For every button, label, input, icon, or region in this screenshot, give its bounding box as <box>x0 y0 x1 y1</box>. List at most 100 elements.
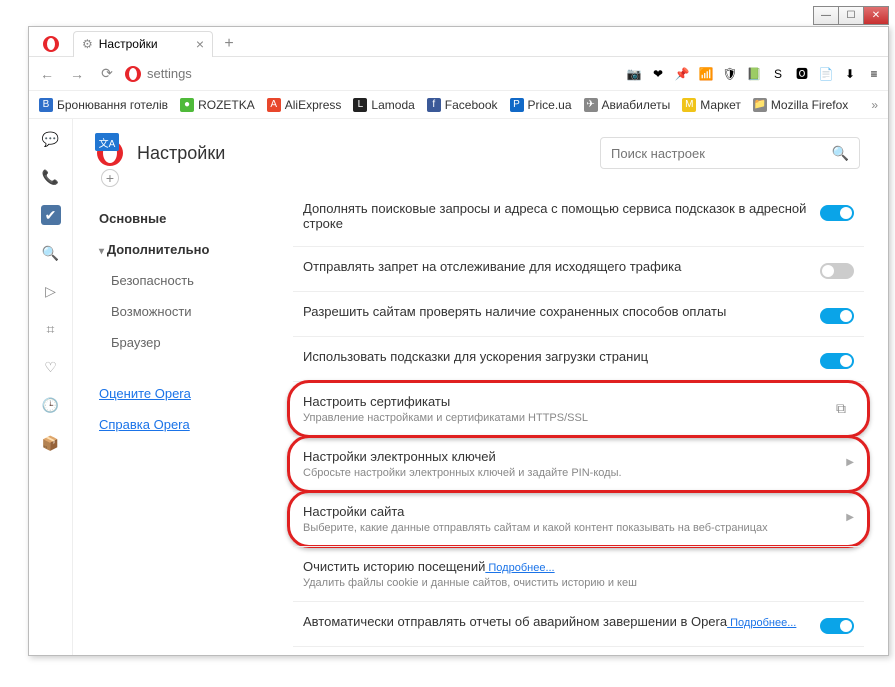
address-text[interactable]: settings <box>147 66 192 81</box>
bookmark-label: Price.ua <box>528 98 572 112</box>
extension-icon[interactable]: 📄 <box>818 66 834 82</box>
bookmark-item[interactable]: ●ROZETKA <box>180 98 255 112</box>
row-title: Настроить сертификаты <box>303 394 824 409</box>
learn-more-link[interactable]: Подробнее... <box>485 562 554 574</box>
settings-row: Использовать подсказки для ускорения заг… <box>293 336 864 381</box>
extension-icon[interactable]: 📶 <box>698 66 714 82</box>
bookmarks-overflow[interactable]: » <box>871 98 878 112</box>
extension-icon[interactable]: 📷 <box>626 66 642 82</box>
new-tab-button[interactable]: + <box>219 34 239 54</box>
gear-icon: ⚙ <box>82 37 93 51</box>
settings-row: Разрешить сайтам проверять наличие сохра… <box>293 291 864 336</box>
row-title: Настройки сайта <box>303 504 834 519</box>
bookmark-item[interactable]: M Маркет <box>682 98 741 112</box>
sidebar-icon[interactable]: ✔ <box>41 205 61 225</box>
row-title: Использовать подсказки для ускорения заг… <box>303 349 808 364</box>
main-area: 💬 📞 ✔ 🔍 ▷ ⌗ ♡ 🕒 📦 文A + Настройки 🔍 Основные Допо… <box>29 119 888 655</box>
bookmark-favicon: 📁 <box>753 98 767 112</box>
bookmark-favicon: M <box>682 98 696 112</box>
nav-advanced[interactable]: Дополнительно <box>89 234 283 265</box>
sidebar-icon[interactable]: ⌗ <box>41 319 61 339</box>
search-input[interactable] <box>611 146 832 161</box>
close-tab-button[interactable]: × <box>196 36 204 52</box>
settings-row[interactable]: Очистить историю посещений Подробнее...У… <box>293 546 864 601</box>
sidebar-icon[interactable]: 🕒 <box>41 395 61 415</box>
bookmark-item[interactable]: B Бронювання готелів <box>39 98 168 112</box>
settings-row[interactable]: Настроить сертификатыУправление настройк… <box>293 381 864 436</box>
extension-icon[interactable]: 🛡 <box>722 66 738 82</box>
toggle-switch[interactable] <box>820 353 854 369</box>
bookmark-item[interactable]: AAliExpress <box>267 98 342 112</box>
row-title: Настройки электронных ключей <box>303 449 834 464</box>
bookmark-label: Маркет <box>700 98 741 112</box>
address-bar: ← → ⟳ settings 📷 ❤ 📌 📶 🛡 📗 S 🅾 📄 ⬇ ≡ <box>29 57 888 91</box>
settings-rows: Дополнять поисковые запросы и адреса с п… <box>283 183 888 655</box>
settings-row[interactable]: Настройки электронных ключей Сбросьте нас… <box>293 436 864 491</box>
translate-badge[interactable]: 文A <box>95 133 119 151</box>
open-external-icon: ⧉ <box>836 400 854 418</box>
page-title: Настройки <box>137 143 225 164</box>
maximize-button[interactable]: ☐ <box>838 6 864 25</box>
toggle-switch[interactable] <box>820 308 854 324</box>
sidebar-icon[interactable]: ♡ <box>41 357 61 377</box>
bookmark-label: Facebook <box>445 98 498 112</box>
forward-button[interactable]: → <box>65 62 89 86</box>
extension-icon[interactable]: ❤ <box>650 66 666 82</box>
nav-browser[interactable]: Браузер <box>89 327 283 358</box>
bookmark-label: AliExpress <box>285 98 342 112</box>
sidebar-icon[interactable]: ▷ <box>41 281 61 301</box>
sidebar-icon[interactable]: 💬 <box>41 129 61 149</box>
bookmark-favicon: L <box>353 98 367 112</box>
tab-title: Настройки <box>99 37 158 51</box>
bookmark-item[interactable]: 📁Mozilla Firefox <box>753 98 848 112</box>
chevron-right-icon: ▶ <box>846 457 854 468</box>
vertical-sidebar: 💬 📞 ✔ 🔍 ▷ ⌗ ♡ 🕒 📦 <box>29 119 73 655</box>
settings-header: Настройки 🔍 <box>73 119 888 183</box>
sidebar-icon[interactable]: 📞 <box>41 167 61 187</box>
row-title: Разрешить сайтам проверять наличие сохра… <box>303 304 808 319</box>
bookmark-favicon: f <box>427 98 441 112</box>
nav-basic[interactable]: Основные <box>89 203 283 234</box>
minimize-button[interactable]: — <box>813 6 839 25</box>
learn-more-link[interactable]: Подробнее... <box>727 617 796 629</box>
bookmark-label: Авиабилеты <box>602 98 671 112</box>
settings-nav: Основные Дополнительно Безопасность Возм… <box>73 183 283 655</box>
extension-icon[interactable]: S <box>770 66 786 82</box>
extension-icon[interactable]: 📌 <box>674 66 690 82</box>
bookmark-favicon: B <box>39 98 53 112</box>
opera-logo-icon <box>125 66 141 82</box>
settings-body: Основные Дополнительно Безопасность Возм… <box>73 183 888 655</box>
settings-search[interactable]: 🔍 <box>600 137 860 169</box>
toggle-switch[interactable] <box>820 618 854 634</box>
settings-row[interactable]: Настройки сайтаВыберите, какие данные от… <box>293 491 864 546</box>
opera-menu-button[interactable] <box>29 36 73 52</box>
add-sidebar-button[interactable]: + <box>101 169 119 187</box>
row-title: Дополнять поисковые запросы и адреса с п… <box>303 201 808 231</box>
settings-row: Дополнять поисковые запросы и адреса с п… <box>293 189 864 246</box>
nav-features[interactable]: Возможности <box>89 296 283 327</box>
close-window-button[interactable]: ✕ <box>863 6 889 25</box>
sidebar-icon[interactable]: 🔍 <box>41 243 61 263</box>
bookmark-item[interactable]: ✈Авиабилеты <box>584 98 671 112</box>
bookmark-item[interactable]: f Facebook <box>427 98 498 112</box>
back-button[interactable]: ← <box>35 62 59 86</box>
reload-button[interactable]: ⟳ <box>95 62 119 86</box>
extension-icon[interactable]: 📗 <box>746 66 762 82</box>
extension-icon[interactable]: ⬇ <box>842 66 858 82</box>
bookmark-item[interactable]: LLamoda <box>353 98 414 112</box>
bookmark-label: Бронювання готелів <box>57 98 168 112</box>
sidebar-icon[interactable]: 📦 <box>41 433 61 453</box>
row-description: Сбросьте настройки электронных ключей и … <box>303 467 834 479</box>
toggle-switch[interactable] <box>820 205 854 221</box>
bookmark-item[interactable]: PPrice.ua <box>510 98 572 112</box>
tab-settings[interactable]: ⚙ Настройки × <box>73 31 213 57</box>
settings-row: Отправлять запрет на отслеживание для ис… <box>293 246 864 291</box>
extension-icon[interactable]: 🅾 <box>794 66 810 82</box>
nav-help-opera[interactable]: Справка Opera <box>89 409 283 440</box>
nav-security[interactable]: Безопасность <box>89 265 283 296</box>
row-title: Отправлять запрет на отслеживание для ис… <box>303 259 808 274</box>
nav-rate-opera[interactable]: Оцените Opera <box>89 378 283 409</box>
toggle-switch[interactable] <box>820 263 854 279</box>
search-icon: 🔍 <box>832 145 849 162</box>
extension-icon[interactable]: ≡ <box>866 66 882 82</box>
